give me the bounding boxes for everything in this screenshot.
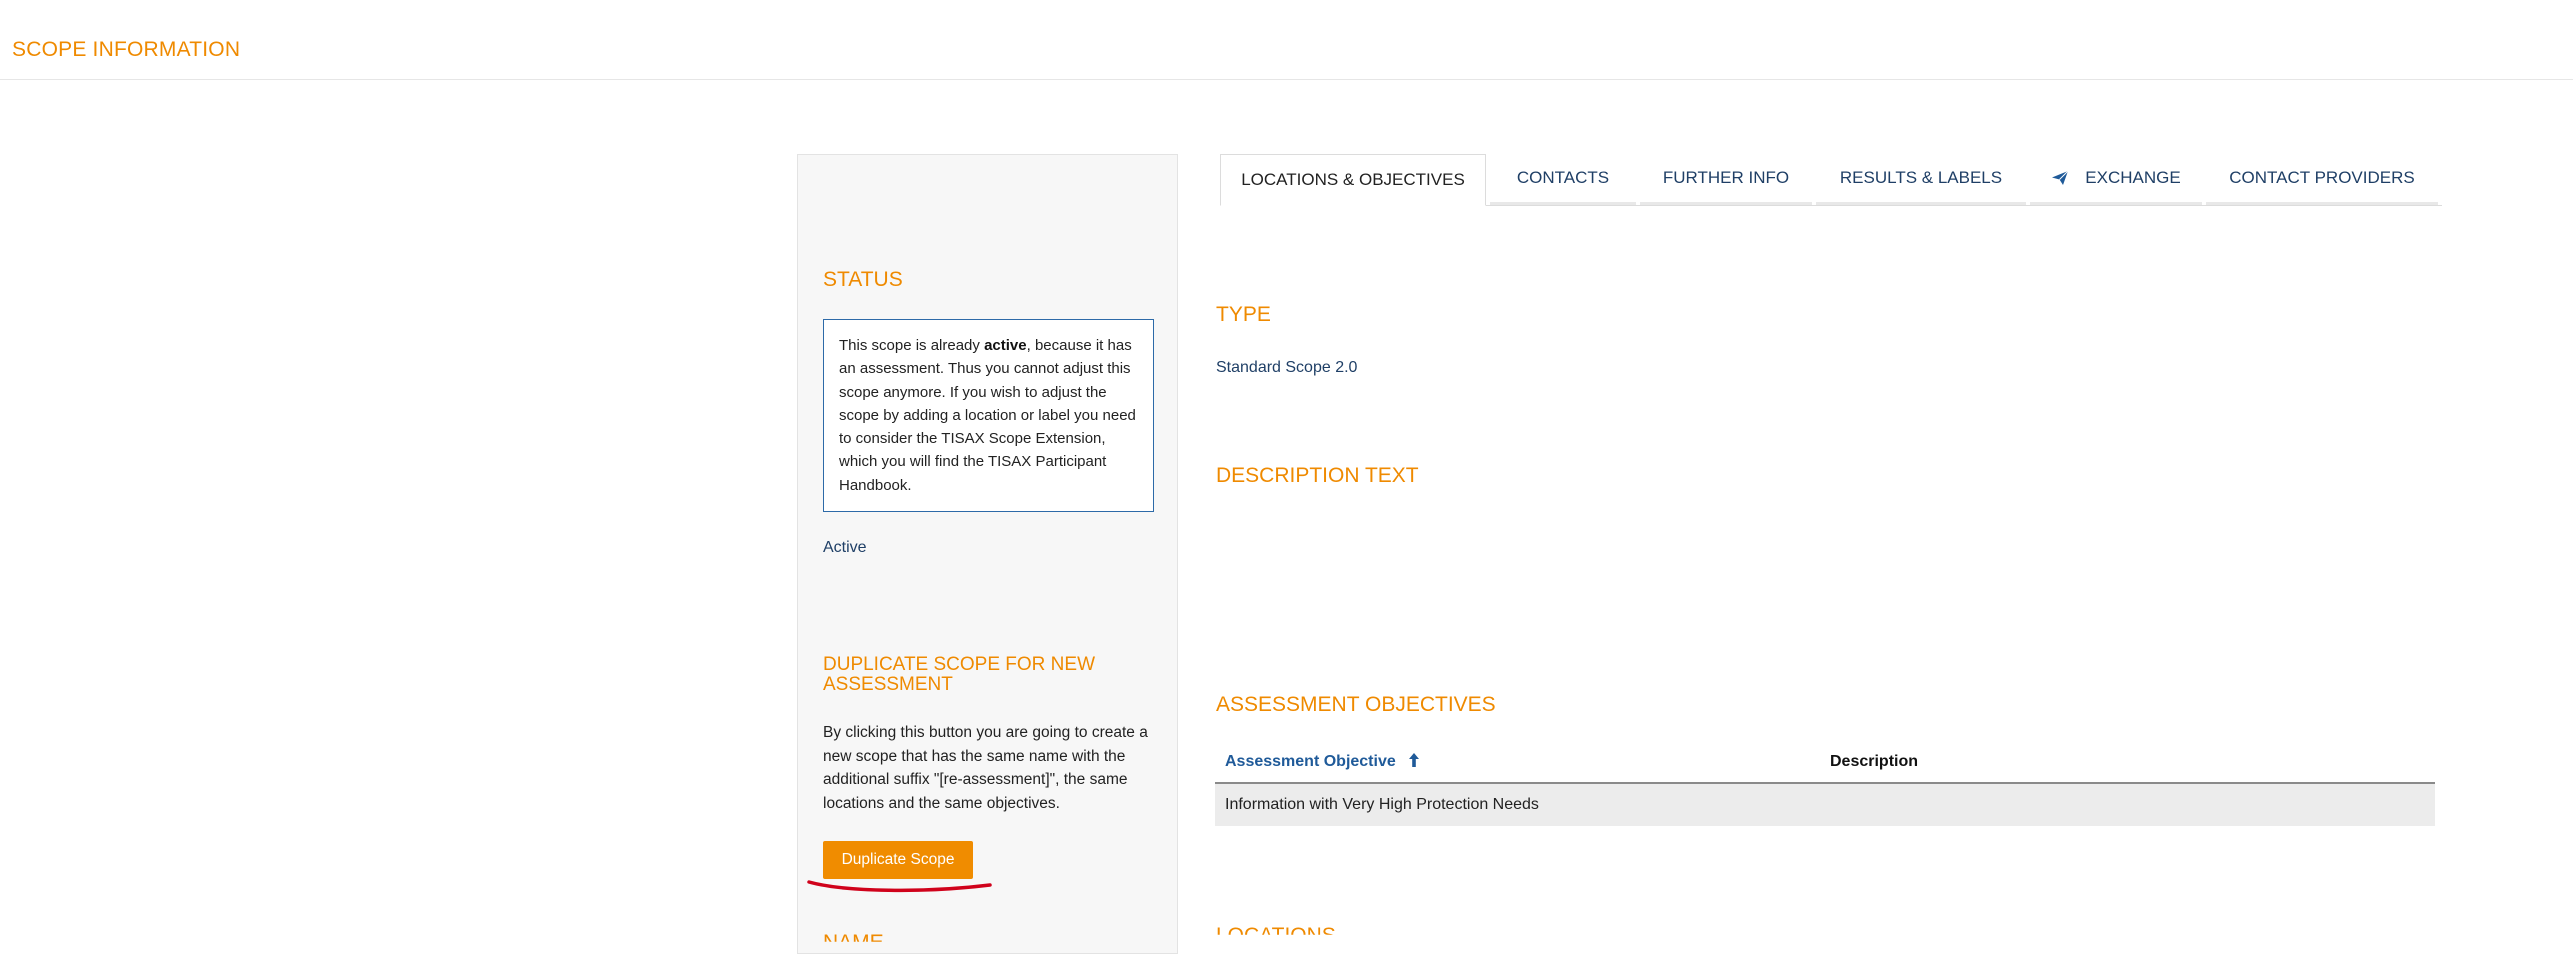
tab-label: LOCATIONS & OBJECTIVES: [1241, 170, 1465, 189]
type-heading: TYPE: [1216, 303, 1271, 326]
duplicate-scope-button[interactable]: Duplicate Scope: [823, 841, 973, 879]
assessment-objectives-table: Assessment Objective Description Informa…: [1215, 742, 2435, 826]
tab-contacts[interactable]: CONTACTS: [1490, 154, 1636, 205]
assessment-objectives-heading: ASSESSMENT OBJECTIVES: [1216, 693, 1496, 716]
paper-plane-icon: [2051, 170, 2069, 186]
tab-label: RESULTS & LABELS: [1839, 168, 2003, 187]
tab-exchange[interactable]: EXCHANGE: [2030, 154, 2202, 205]
table-header-row: Assessment Objective Description: [1215, 742, 2435, 784]
status-info-box: This scope is already active, because it…: [823, 319, 1154, 512]
status-value: Active: [823, 539, 867, 556]
page-title: SCOPE INFORMATION: [12, 38, 241, 61]
arrow-up-icon: [1408, 752, 1420, 773]
tab-label: EXCHANGE: [2085, 168, 2181, 187]
description-heading: DESCRIPTION TEXT: [1216, 464, 1419, 487]
tab-further-info[interactable]: FURTHER INFO: [1640, 154, 1812, 205]
type-value: Standard Scope 2.0: [1216, 359, 1358, 376]
tab-contact-providers[interactable]: CONTACT PROVIDERS: [2206, 154, 2438, 205]
objective-cell: Information with Very High Protection Ne…: [1215, 783, 1820, 826]
scope-tabs: LOCATIONS & OBJECTIVES CONTACTS FURTHER …: [1220, 154, 2442, 206]
status-message-part1: This scope is already: [839, 337, 985, 354]
status-heading: STATUS: [823, 268, 903, 291]
tab-label: CONTACTS: [1516, 168, 1610, 187]
status-message-bold: active: [984, 337, 1027, 354]
tab-label: FURTHER INFO: [1662, 168, 1790, 187]
status-panel: STATUS This scope is already active, bec…: [797, 154, 1178, 954]
tab-locations-objectives[interactable]: LOCATIONS & OBJECTIVES: [1220, 154, 1486, 206]
red-underline-annotation: [807, 880, 992, 893]
tab-label: CONTACT PROVIDERS: [2229, 168, 2415, 187]
column-header-description: Description: [1820, 742, 2435, 784]
column-header-objective[interactable]: Assessment Objective: [1215, 742, 1820, 784]
status-message-part2: , because it has an assessment. Thus you…: [839, 337, 1136, 494]
locations-heading: LOCATIONS: [1216, 924, 1336, 947]
duplicate-scope-heading: DUPLICATE SCOPE FOR NEW ASSESSMENT: [823, 654, 1096, 695]
duplicate-scope-description: By clicking this button you are going to…: [823, 724, 1148, 812]
table-row[interactable]: Information with Very High Protection Ne…: [1215, 783, 2435, 826]
description-cell: [1820, 783, 2435, 826]
top-header: SCOPE INFORMATION: [0, 0, 2573, 80]
tab-results-labels[interactable]: RESULTS & LABELS: [1816, 154, 2026, 205]
